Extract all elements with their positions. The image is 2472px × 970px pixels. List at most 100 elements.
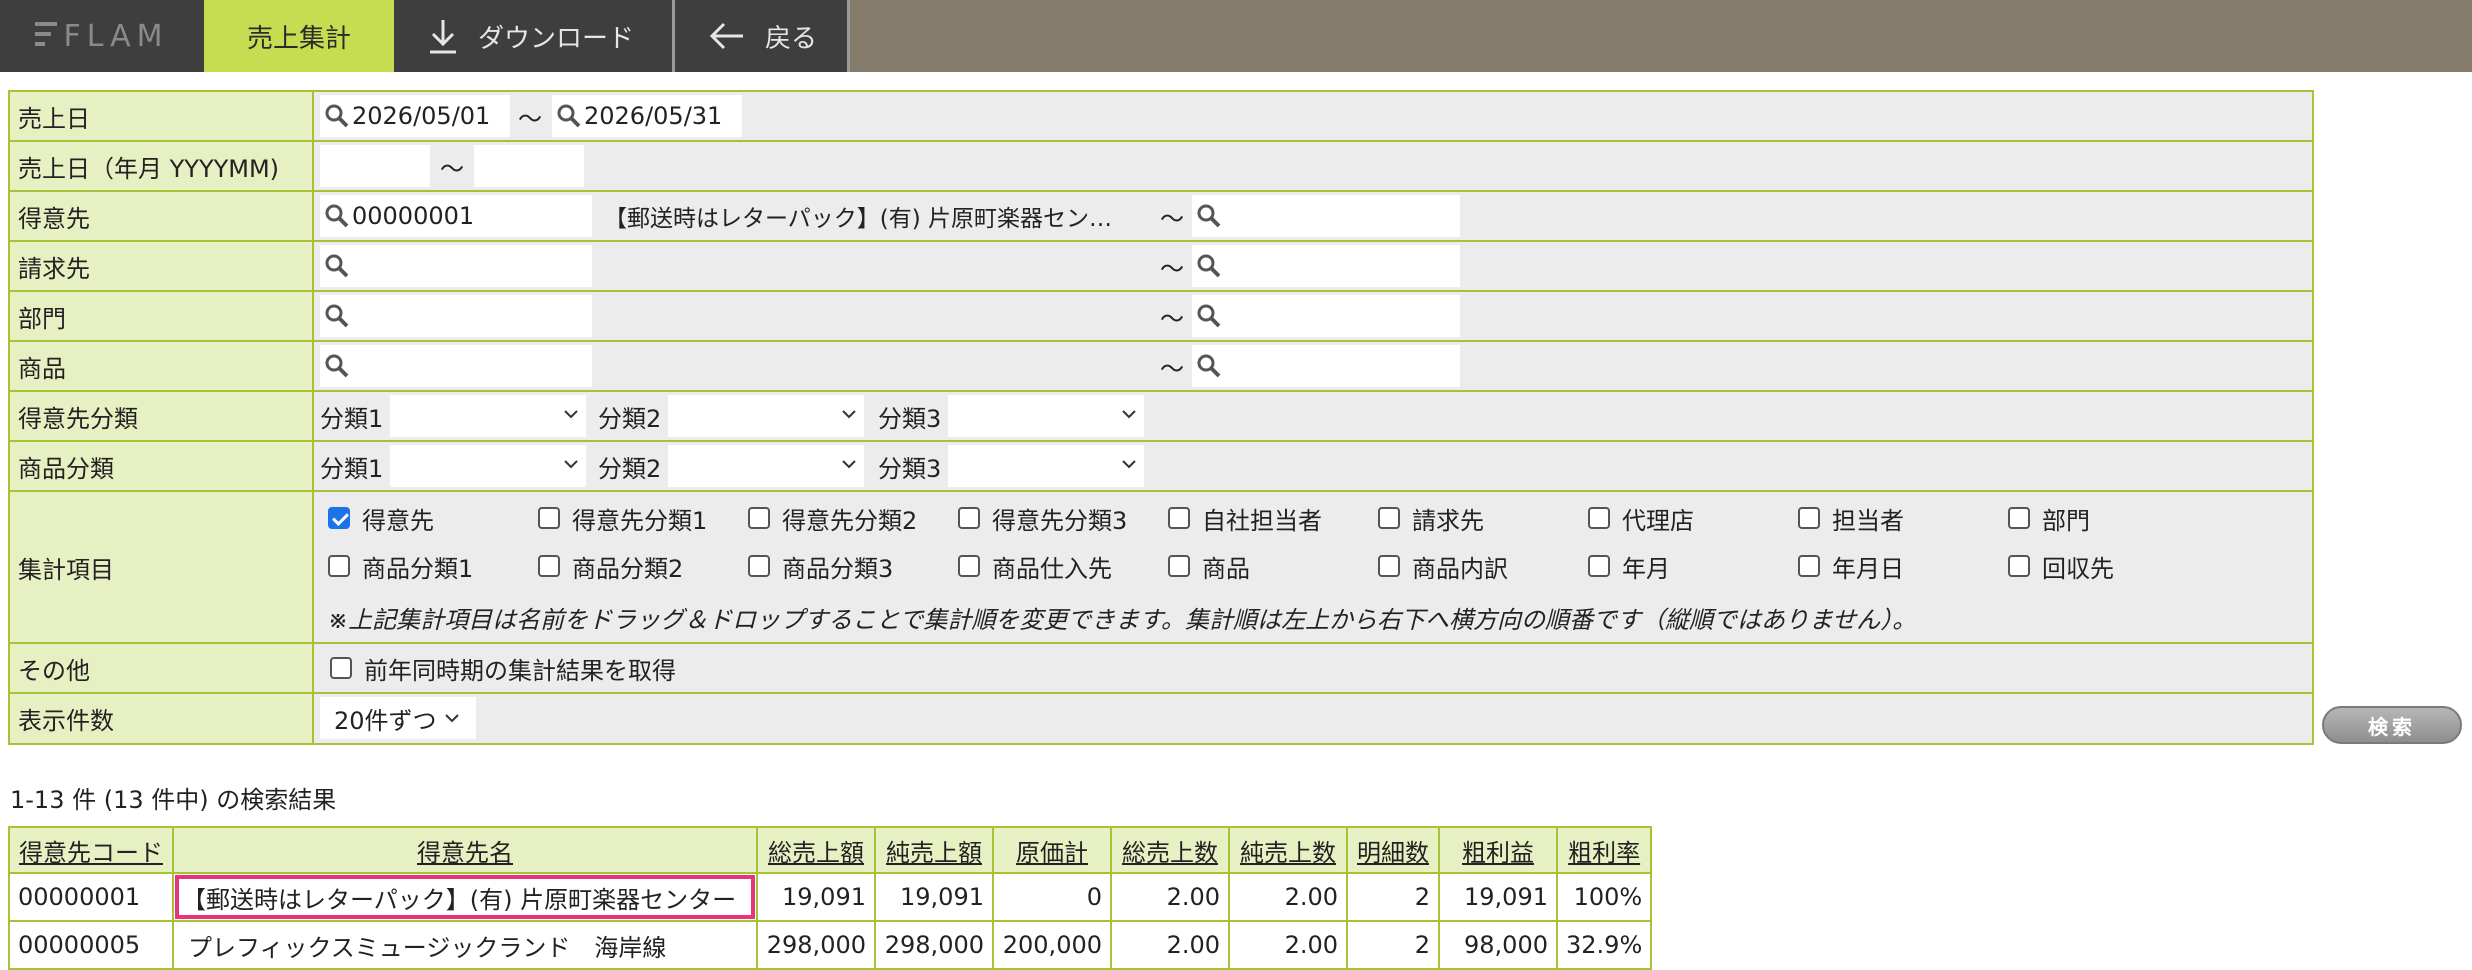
sales-month-to-input[interactable] <box>474 145 584 187</box>
checkbox-box[interactable] <box>1378 507 1400 529</box>
checkbox-box[interactable] <box>538 507 560 529</box>
app-logo[interactable]: FLAM <box>0 0 204 72</box>
billing-to-input[interactable] <box>1192 245 1460 287</box>
col-header[interactable]: 純売上額 <box>874 826 994 874</box>
product-class3-select[interactable]: 分類3 <box>878 445 1144 487</box>
search-icon[interactable] <box>556 103 582 129</box>
customer-to-code-input[interactable] <box>1192 195 1460 237</box>
search-icon[interactable] <box>324 253 350 279</box>
checkbox-box[interactable] <box>1168 507 1190 529</box>
back-button[interactable]: 戻る <box>675 0 847 72</box>
customer-class3-select[interactable]: 分類3 <box>878 395 1144 437</box>
checkbox-box[interactable] <box>328 507 350 529</box>
aggregate-checkbox[interactable]: 年月 <box>1588 546 1670 586</box>
search-icon[interactable] <box>1196 353 1222 379</box>
product-class2-select[interactable]: 分類2 <box>598 445 864 487</box>
aggregate-checkbox-label[interactable]: 自社担当者 <box>1202 501 1322 536</box>
prev-year-checkbox[interactable]: 前年同時期の集計結果を取得 <box>330 648 676 688</box>
aggregate-checkbox-label[interactable]: 部門 <box>2042 501 2090 536</box>
aggregate-checkbox-label[interactable]: 商品仕入先 <box>992 549 1112 584</box>
aggregate-checkbox[interactable]: 代理店 <box>1588 498 1694 538</box>
aggregate-checkbox[interactable]: 担当者 <box>1798 498 1904 538</box>
aggregate-checkbox[interactable]: 商品分類1 <box>328 546 473 586</box>
aggregate-checkbox-label[interactable]: 商品分類1 <box>362 549 473 584</box>
product-class1-select[interactable]: 分類1 <box>320 445 586 487</box>
aggregate-checkbox[interactable]: 商品 <box>1168 546 1250 586</box>
sales-date-to-input[interactable]: 2026/05/31 <box>552 95 742 137</box>
aggregate-checkbox-label[interactable]: 得意先分類1 <box>572 501 707 536</box>
search-icon[interactable] <box>324 103 350 129</box>
sales-month-from-input[interactable] <box>320 145 430 187</box>
aggregate-checkbox[interactable]: 商品内訳 <box>1378 546 1508 586</box>
search-icon[interactable] <box>1196 303 1222 329</box>
customer-class2-select[interactable]: 分類2 <box>598 395 864 437</box>
aggregate-checkbox-label[interactable]: 請求先 <box>1412 501 1484 536</box>
col-header[interactable]: 総売上数 <box>1110 826 1230 874</box>
aggregate-checkbox-label[interactable]: 年月日 <box>1832 549 1904 584</box>
product-to-input[interactable] <box>1192 345 1460 387</box>
search-icon[interactable] <box>324 353 350 379</box>
checkbox-box[interactable] <box>1378 555 1400 577</box>
col-header[interactable]: 原価計 <box>992 826 1112 874</box>
checkbox-box[interactable] <box>2008 507 2030 529</box>
search-button[interactable]: 検索 <box>2322 706 2462 744</box>
aggregate-checkbox-label[interactable]: 得意先分類2 <box>782 501 917 536</box>
aggregate-checkbox[interactable]: 回収先 <box>2008 546 2114 586</box>
checkbox-box[interactable] <box>2008 555 2030 577</box>
aggregate-checkbox-label[interactable]: 担当者 <box>1832 501 1904 536</box>
col-header[interactable]: 粗利益 <box>1438 826 1558 874</box>
col-header[interactable]: 粗利率 <box>1555 826 1653 874</box>
department-to-input[interactable] <box>1192 295 1460 337</box>
checkbox-box[interactable] <box>958 555 980 577</box>
checkbox-box[interactable] <box>958 507 980 529</box>
customer-from-code-input[interactable]: 00000001 <box>320 195 592 237</box>
checkbox-box[interactable] <box>748 507 770 529</box>
aggregate-checkbox-label[interactable]: 商品内訳 <box>1412 549 1508 584</box>
search-icon[interactable] <box>324 203 350 229</box>
col-header[interactable]: 総売上額 <box>756 826 876 874</box>
aggregate-checkbox[interactable]: 得意先 <box>328 498 434 538</box>
aggregate-checkbox-label[interactable]: 得意先 <box>362 501 434 536</box>
search-icon[interactable] <box>1196 203 1222 229</box>
checkbox-box[interactable] <box>538 555 560 577</box>
aggregate-checkbox[interactable]: 得意先分類1 <box>538 498 707 538</box>
checkbox-box[interactable] <box>1168 555 1190 577</box>
aggregate-checkbox[interactable]: 商品分類3 <box>748 546 893 586</box>
aggregate-checkbox[interactable]: 得意先分類3 <box>958 498 1127 538</box>
aggregate-checkbox-label[interactable]: 代理店 <box>1622 501 1694 536</box>
checkbox-box[interactable] <box>1798 555 1820 577</box>
aggregate-checkbox-label[interactable]: 商品分類3 <box>782 549 893 584</box>
checkbox-box[interactable] <box>1588 555 1610 577</box>
search-icon[interactable] <box>324 303 350 329</box>
aggregate-checkbox[interactable]: 得意先分類2 <box>748 498 917 538</box>
aggregate-checkbox[interactable]: 請求先 <box>1378 498 1484 538</box>
aggregate-checkbox-label[interactable]: 回収先 <box>2042 549 2114 584</box>
aggregate-checkbox-label[interactable]: 商品 <box>1202 549 1250 584</box>
billing-from-input[interactable] <box>320 245 592 287</box>
col-header[interactable]: 得意先名 <box>172 826 758 874</box>
aggregate-checkbox[interactable]: 年月日 <box>1798 546 1904 586</box>
aggregate-checkbox[interactable]: 商品分類2 <box>538 546 683 586</box>
department-from-input[interactable] <box>320 295 592 337</box>
aggregate-checkbox-label[interactable]: 年月 <box>1622 549 1670 584</box>
aggregate-checkbox[interactable]: 商品仕入先 <box>958 546 1112 586</box>
aggregate-checkbox[interactable]: 自社担当者 <box>1168 498 1322 538</box>
checkbox-box[interactable] <box>748 555 770 577</box>
col-header[interactable]: 得意先コード <box>8 826 174 874</box>
tab-sales-summary[interactable]: 売上集計 <box>204 0 394 72</box>
checkbox-box[interactable] <box>330 657 352 679</box>
aggregate-checkbox-label[interactable]: 商品分類2 <box>572 549 683 584</box>
aggregate-checkbox[interactable]: 部門 <box>2008 498 2090 538</box>
checkbox-box[interactable] <box>1588 507 1610 529</box>
cell-customer-name[interactable]: 【郵送時はレターパック】(有) 片原町楽器センター <box>172 872 758 922</box>
search-icon[interactable] <box>1196 253 1222 279</box>
checkbox-box[interactable] <box>1798 507 1820 529</box>
product-from-input[interactable] <box>320 345 592 387</box>
aggregate-checkbox-label[interactable]: 得意先分類3 <box>992 501 1127 536</box>
checkbox-box[interactable] <box>328 555 350 577</box>
col-header[interactable]: 明細数 <box>1346 826 1440 874</box>
per-page-select[interactable]: 20件ずつ <box>320 697 476 739</box>
col-header[interactable]: 純売上数 <box>1228 826 1348 874</box>
download-button[interactable]: ダウンロード <box>394 0 672 72</box>
cell-customer-name[interactable]: プレフィックスミュージックランド 海岸線 <box>172 920 758 970</box>
